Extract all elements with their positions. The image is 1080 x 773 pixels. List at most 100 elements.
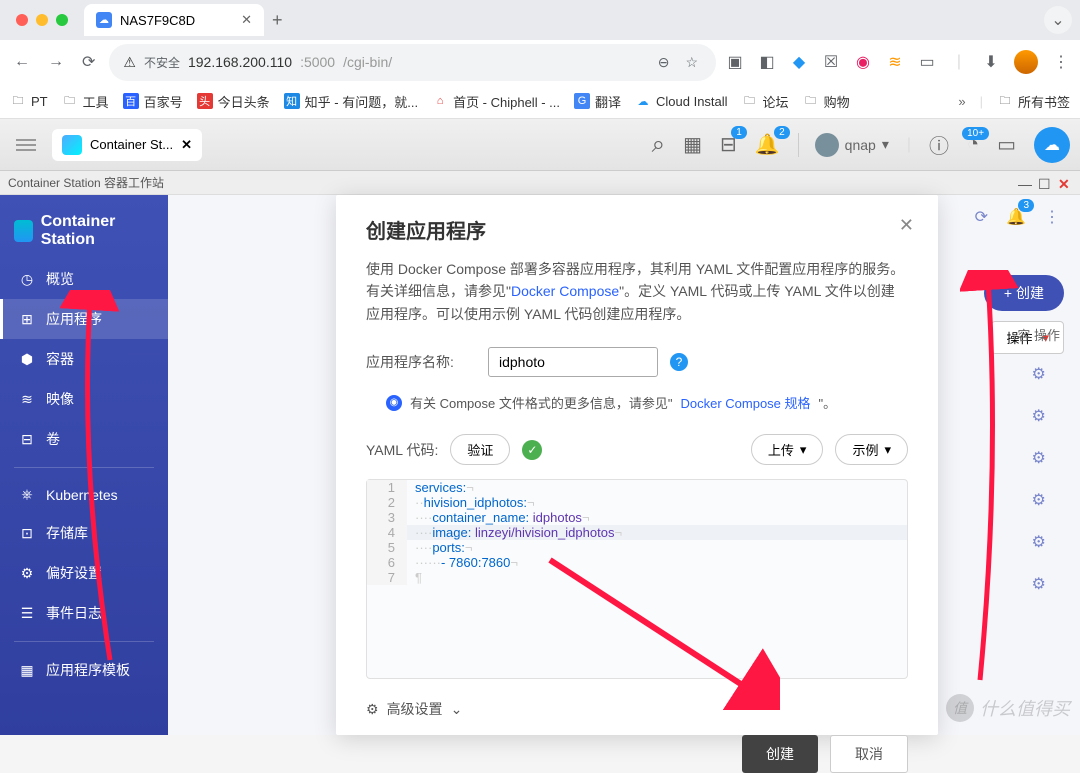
advanced-settings-toggle[interactable]: ⚙ 高级设置 ⌄: [366, 699, 908, 719]
chevron-down-icon: ▾: [882, 136, 889, 153]
ext-icon-6[interactable]: ≋: [886, 52, 904, 72]
kubernetes-icon: ⎈: [18, 486, 36, 503]
bookmark-cloud[interactable]: ☁Cloud Install: [635, 93, 728, 109]
volumes-icon: ⊟: [18, 431, 36, 448]
sidebar-item-volumes[interactable]: ⊟卷: [0, 419, 168, 459]
bookmark-shopping[interactable]: 🗀购物: [803, 92, 850, 111]
row-gear-icon[interactable]: ⚙: [1017, 482, 1060, 518]
cs-main: ⟳ 🔔3 ⋮ + 创建 操作▾ 容 操作 ⚙ ⚙ ⚙ ⚙ ⚙ ⚙ 创建应用程序 …: [168, 195, 1080, 735]
topbar-more-icon[interactable]: ⋮: [1040, 203, 1064, 231]
menu-icon[interactable]: ⋮: [1052, 52, 1070, 72]
close-app-tab[interactable]: ✕: [181, 137, 192, 153]
qnap-header: Container St... ✕ ⌕ ▦ ⊟1 🔔2 qnap ▾ | ⓘ ◔…: [0, 119, 1080, 171]
valid-check-icon: ✓: [522, 440, 542, 460]
sidebar-item-repository[interactable]: ⊡存储库: [0, 513, 168, 553]
bookmark-tools[interactable]: 🗀工具: [62, 92, 109, 111]
sidebar-item-kubernetes[interactable]: ⎈Kubernetes: [0, 476, 168, 513]
maximize-window[interactable]: [56, 14, 68, 26]
tab-favicon: ☁: [96, 12, 112, 28]
ext-icon-5[interactable]: ◉: [854, 52, 872, 72]
browser-tab[interactable]: ☁ NAS7F9C8D ✕: [84, 4, 264, 36]
sidebar-item-applications[interactable]: ⊞应用程序: [0, 299, 168, 339]
minimize-window[interactable]: [36, 14, 48, 26]
modal-close-icon[interactable]: ✕: [899, 215, 914, 236]
modal-cancel-button[interactable]: 取消: [830, 735, 908, 773]
user-menu[interactable]: qnap ▾: [798, 133, 889, 157]
security-warning-icon: ⚠: [123, 54, 136, 71]
row-gear-icon[interactable]: ⚙: [1017, 566, 1060, 602]
topbar-bell-icon[interactable]: 🔔3: [1002, 203, 1030, 231]
dashboard-icon[interactable]: ▦: [683, 132, 702, 157]
bookmark-chiphell[interactable]: ⌂首页 - Chiphell - ...: [432, 92, 560, 111]
bookmark-pt[interactable]: 🗀PT: [10, 93, 48, 109]
ext-icon-2[interactable]: ◧: [758, 52, 776, 72]
ext-icon-4[interactable]: ☒: [822, 52, 840, 72]
bell-icon[interactable]: 🔔2: [755, 132, 780, 157]
help-icon[interactable]: ?: [670, 353, 688, 371]
bookmark-baijia[interactable]: 百百家号: [123, 92, 183, 111]
ext-icon-7[interactable]: ▭: [918, 52, 936, 72]
row-gear-icon[interactable]: ⚙: [1017, 524, 1060, 560]
key-icon[interactable]: ⊖: [654, 50, 674, 75]
star-icon[interactable]: ☆: [681, 50, 702, 75]
tab-title: NAS7F9C8D: [120, 13, 195, 28]
window-maximize[interactable]: ☐: [1038, 176, 1052, 190]
close-tab-icon[interactable]: ✕: [241, 12, 252, 28]
info-icon[interactable]: ⓘ: [929, 130, 949, 159]
chevron-down-icon: ▾: [884, 442, 891, 458]
all-bookmarks[interactable]: 🗀所有书签: [997, 92, 1070, 111]
sidebar-item-templates[interactable]: ▦应用程序模板: [0, 650, 168, 690]
sidebar-item-preferences[interactable]: ⚙偏好设置: [0, 553, 168, 593]
app-name-input[interactable]: [488, 347, 658, 377]
ext-icon-3[interactable]: ◆: [790, 52, 808, 72]
validate-button[interactable]: 验证: [450, 434, 510, 465]
bookmark-translate[interactable]: G翻译: [574, 92, 621, 111]
row-gear-icon[interactable]: ⚙: [1017, 398, 1060, 434]
docker-compose-link[interactable]: Docker Compose: [511, 283, 619, 299]
app-tab-label: Container St...: [90, 137, 173, 152]
sidebar-item-overview[interactable]: ◷概览: [0, 259, 168, 299]
watermark: 值 什么值得买: [946, 694, 1070, 722]
yaml-editor[interactable]: 1services:¬ 2··hivision_idphotos:¬ 3····…: [366, 479, 908, 679]
tab-overflow-icon[interactable]: ⌄: [1044, 6, 1072, 34]
forward-button[interactable]: →: [44, 49, 68, 75]
sidebar-item-events[interactable]: ☰事件日志: [0, 593, 168, 633]
row-gear-icon[interactable]: ⚙: [1017, 440, 1060, 476]
new-tab-button[interactable]: +: [272, 10, 283, 31]
example-button[interactable]: 示例▾: [835, 434, 908, 465]
search-icon[interactable]: ⌕: [652, 131, 665, 159]
cloud-icon[interactable]: ☁: [1034, 127, 1070, 163]
divider: |: [950, 53, 968, 71]
window-close[interactable]: ✕: [1058, 176, 1072, 190]
profile-avatar[interactable]: [1014, 50, 1038, 74]
address-bar[interactable]: ⚠ 不安全 192.168.200.110:5000/cgi-bin/ ⊖ ☆: [109, 44, 716, 81]
url-host: 192.168.200.110: [188, 54, 292, 70]
sidebar-item-images[interactable]: ≋映像: [0, 379, 168, 419]
back-button[interactable]: ←: [10, 49, 34, 75]
upload-button[interactable]: 上传▾: [751, 434, 824, 465]
modal-create-button[interactable]: 创建: [742, 735, 818, 773]
menu-button[interactable]: [10, 133, 42, 157]
speed-icon[interactable]: ◔10+: [967, 133, 979, 156]
window-minimize[interactable]: —: [1018, 176, 1032, 190]
row-gear-icon[interactable]: ⚙: [1017, 356, 1060, 392]
storage-icon[interactable]: ⊟1: [720, 132, 737, 157]
cs-window-titlebar: Container Station 容器工作站 — ☐ ✕: [0, 171, 1080, 195]
create-button[interactable]: + 创建: [984, 275, 1064, 311]
bookmark-overflow[interactable]: »: [958, 94, 965, 109]
download-icon[interactable]: ⬇: [982, 52, 1000, 72]
topbar-refresh-icon[interactable]: ⟳: [971, 203, 992, 231]
info-icon: ◉: [386, 395, 402, 411]
close-window[interactable]: [16, 14, 28, 26]
compose-spec-link[interactable]: Docker Compose 规格: [680, 393, 810, 412]
bookmark-toutiao[interactable]: 头今日头条: [197, 92, 270, 111]
url-path: /cgi-bin/: [343, 54, 392, 70]
sidebar-item-containers[interactable]: ⬢容器: [0, 339, 168, 379]
bookmark-zhihu[interactable]: 知知乎 - 有问题，就...: [284, 92, 418, 111]
ext-icon-1[interactable]: ▣: [726, 52, 744, 72]
bookmark-forum[interactable]: 🗀论坛: [742, 92, 789, 111]
window-controls: [8, 14, 76, 26]
qnap-app-tab[interactable]: Container St... ✕: [52, 129, 202, 161]
reload-button[interactable]: ⟳: [78, 48, 99, 76]
display-icon[interactable]: ▭: [997, 132, 1016, 157]
